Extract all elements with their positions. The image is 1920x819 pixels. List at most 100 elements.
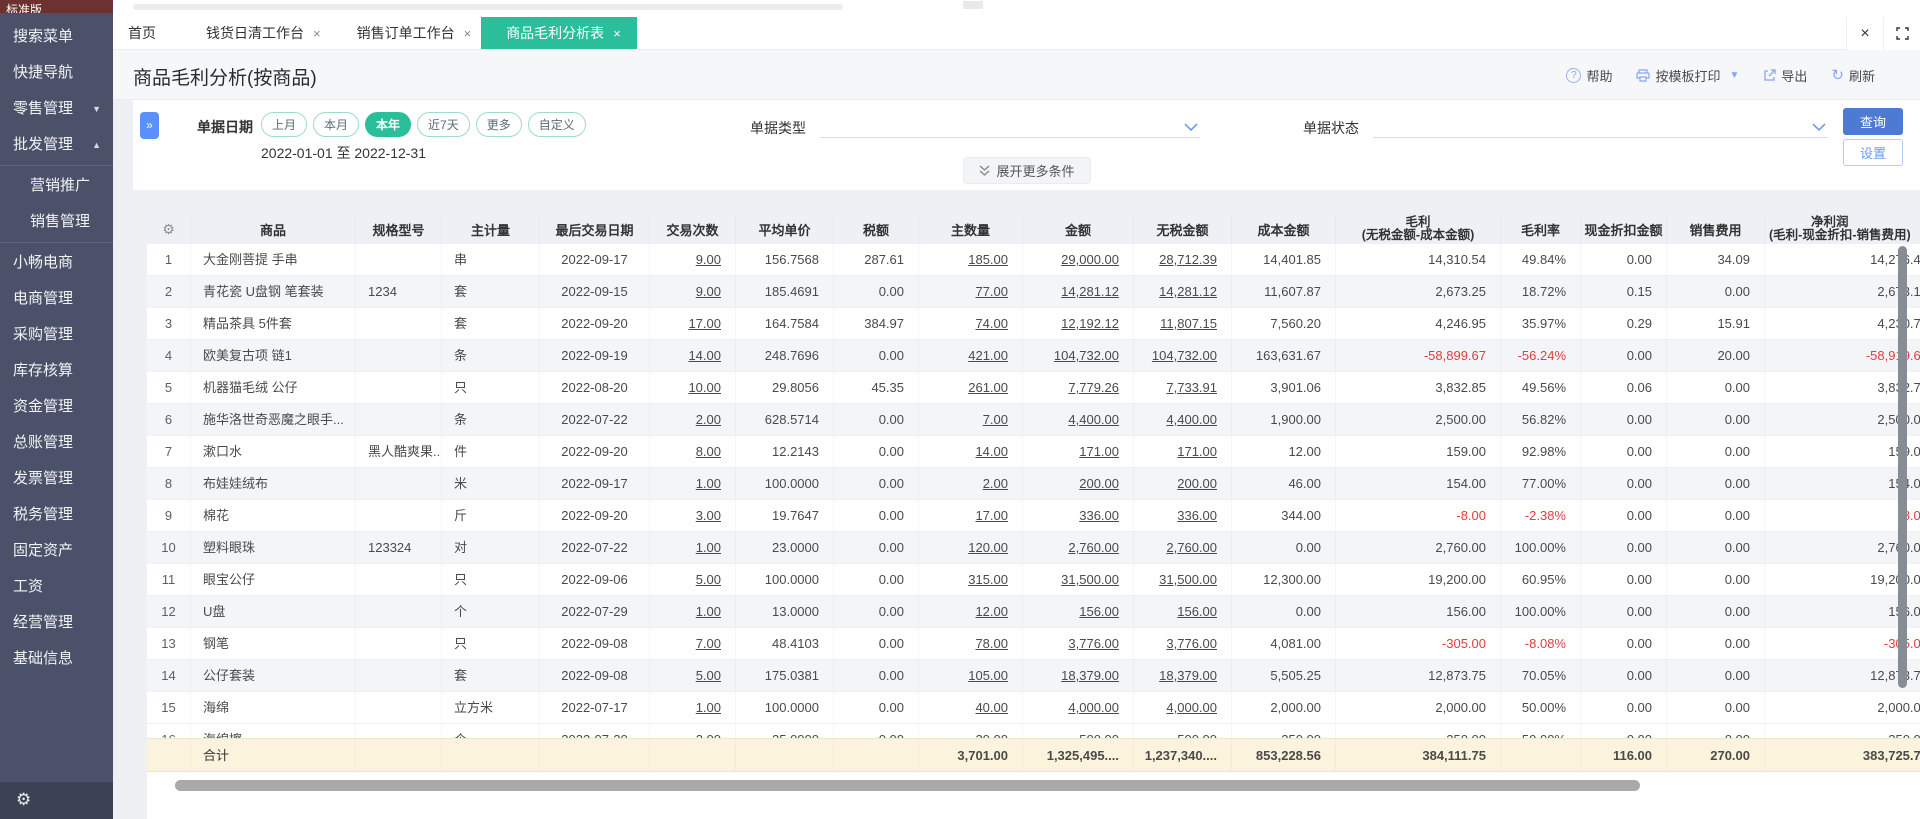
cell-trade_count[interactable]: 3.00 bbox=[650, 500, 736, 531]
cell-qty[interactable]: 105.00 bbox=[919, 660, 1023, 691]
sidebar-item-电商管理[interactable]: 电商管理 bbox=[0, 281, 113, 317]
cell-trade_count[interactable]: 7.00 bbox=[650, 628, 736, 659]
close-tab-icon[interactable]: × bbox=[313, 26, 321, 41]
cell-amount[interactable]: 31,500.00 bbox=[1023, 564, 1134, 595]
cell-net_amount[interactable]: 4,000.00 bbox=[1134, 692, 1232, 723]
tab-钱货日清工作台[interactable]: 钱货日清工作台 × bbox=[206, 17, 321, 49]
sidebar-item-工资[interactable]: 工资 bbox=[0, 569, 113, 605]
cell-amount[interactable]: 12,192.12 bbox=[1023, 308, 1134, 339]
cell-trade_count[interactable]: 2.00 bbox=[650, 724, 736, 738]
date-pill-更多[interactable]: 更多 bbox=[475, 112, 522, 137]
cell-qty[interactable]: 74.00 bbox=[919, 308, 1023, 339]
close-tab-icon[interactable]: × bbox=[613, 26, 621, 41]
sidebar-item-小畅电商[interactable]: 小畅电商 bbox=[0, 245, 113, 281]
cell-net_amount[interactable]: 171.00 bbox=[1134, 436, 1232, 467]
cell-amount[interactable]: 4,400.00 bbox=[1023, 404, 1134, 435]
sidebar-item-零售管理[interactable]: 零售管理 ▼ bbox=[0, 91, 113, 127]
cell-amount[interactable]: 3,776.00 bbox=[1023, 628, 1134, 659]
date-pill-自定义[interactable]: 自定义 bbox=[527, 112, 586, 137]
cell-net_amount[interactable]: 28,712.39 bbox=[1134, 244, 1232, 275]
expand-more-conditions-button[interactable]: 展开更多条件 bbox=[962, 157, 1091, 184]
sidebar-item-总账管理[interactable]: 总账管理 bbox=[0, 425, 113, 461]
chevron-down-icon[interactable]: ▼ bbox=[1729, 70, 1739, 81]
close-icon[interactable]: × bbox=[1846, 17, 1883, 50]
sidebar-item-采购管理[interactable]: 采购管理 bbox=[0, 317, 113, 353]
collapse-filter-button[interactable]: » bbox=[140, 112, 159, 139]
cell-net_amount[interactable]: 14,281.12 bbox=[1134, 276, 1232, 307]
cell-trade_count[interactable]: 1.00 bbox=[650, 468, 736, 499]
gear-icon[interactable]: ⚙ bbox=[16, 790, 31, 810]
cell-amount[interactable]: 29,000.00 bbox=[1023, 244, 1134, 275]
sidebar-item-搜索菜单[interactable]: 搜索菜单 bbox=[0, 19, 113, 55]
sidebar-item-基础信息[interactable]: 基础信息 bbox=[0, 641, 113, 677]
help-button[interactable]: ? 帮助 bbox=[1566, 66, 1612, 85]
cell-amount[interactable]: 14,281.12 bbox=[1023, 276, 1134, 307]
sidebar-item-库存核算[interactable]: 库存核算 bbox=[0, 353, 113, 389]
cell-trade_count[interactable]: 8.00 bbox=[650, 436, 736, 467]
cell-amount[interactable]: 200.00 bbox=[1023, 468, 1134, 499]
cell-amount[interactable]: 336.00 bbox=[1023, 500, 1134, 531]
cell-qty[interactable]: 78.00 bbox=[919, 628, 1023, 659]
export-button[interactable]: 导出 bbox=[1763, 66, 1807, 85]
cell-amount[interactable]: 4,000.00 bbox=[1023, 692, 1134, 723]
cell-trade_count[interactable]: 1.00 bbox=[650, 692, 736, 723]
status-select[interactable] bbox=[1373, 114, 1828, 138]
sidebar-item-资金管理[interactable]: 资金管理 bbox=[0, 389, 113, 425]
cell-trade_count[interactable]: 9.00 bbox=[650, 276, 736, 307]
settings-button[interactable]: 设置 bbox=[1843, 139, 1903, 166]
date-pill-上月[interactable]: 上月 bbox=[261, 112, 308, 137]
close-tab-icon[interactable]: × bbox=[464, 26, 472, 41]
cell-qty[interactable]: 12.00 bbox=[919, 596, 1023, 627]
date-pill-本年[interactable]: 本年 bbox=[365, 112, 412, 137]
tab-商品毛利分析表[interactable]: 商品毛利分析表 × bbox=[481, 17, 637, 49]
query-button[interactable]: 查询 bbox=[1843, 108, 1903, 135]
cell-qty[interactable]: 20.00 bbox=[919, 724, 1023, 738]
cell-qty[interactable]: 17.00 bbox=[919, 500, 1023, 531]
fullscreen-icon[interactable] bbox=[1883, 17, 1920, 50]
cell-trade_count[interactable]: 5.00 bbox=[650, 564, 736, 595]
cell-net_amount[interactable]: 31,500.00 bbox=[1134, 564, 1232, 595]
cell-qty[interactable]: 77.00 bbox=[919, 276, 1023, 307]
cell-qty[interactable]: 261.00 bbox=[919, 372, 1023, 403]
cell-net_amount[interactable]: 156.00 bbox=[1134, 596, 1232, 627]
cell-trade_count[interactable]: 1.00 bbox=[650, 596, 736, 627]
cell-net_amount[interactable]: 336.00 bbox=[1134, 500, 1232, 531]
sidebar-item-快捷导航[interactable]: 快捷导航 bbox=[0, 55, 113, 91]
cell-amount[interactable]: 2,760.00 bbox=[1023, 532, 1134, 563]
cell-qty[interactable]: 120.00 bbox=[919, 532, 1023, 563]
sidebar-item-批发管理[interactable]: 批发管理 ▲ bbox=[0, 127, 113, 163]
cell-qty[interactable]: 2.00 bbox=[919, 468, 1023, 499]
tab-销售订单工作台[interactable]: 销售订单工作台 × bbox=[357, 17, 472, 49]
column-settings-gear-icon[interactable]: ⚙ bbox=[147, 221, 190, 238]
cell-qty[interactable]: 421.00 bbox=[919, 340, 1023, 371]
date-pill-本月[interactable]: 本月 bbox=[313, 112, 360, 137]
cell-net_amount[interactable]: 18,379.00 bbox=[1134, 660, 1232, 691]
cell-net_amount[interactable]: 500.00 bbox=[1134, 724, 1232, 738]
cell-amount[interactable]: 7,779.26 bbox=[1023, 372, 1134, 403]
cell-qty[interactable]: 14.00 bbox=[919, 436, 1023, 467]
vertical-scrollbar-thumb[interactable] bbox=[1898, 246, 1907, 688]
cell-net_amount[interactable]: 3,776.00 bbox=[1134, 628, 1232, 659]
cell-trade_count[interactable]: 9.00 bbox=[650, 244, 736, 275]
cell-qty[interactable]: 185.00 bbox=[919, 244, 1023, 275]
tab-首页[interactable]: 首页 bbox=[113, 17, 178, 49]
sidebar-item-税务管理[interactable]: 税务管理 bbox=[0, 497, 113, 533]
cell-net_amount[interactable]: 7,733.91 bbox=[1134, 372, 1232, 403]
date-pill-近7天[interactable]: 近7天 bbox=[417, 112, 470, 137]
sidebar-item-经营管理[interactable]: 经营管理 bbox=[0, 605, 113, 641]
cell-net_amount[interactable]: 4,400.00 bbox=[1134, 404, 1232, 435]
sidebar-item-发票管理[interactable]: 发票管理 bbox=[0, 461, 113, 497]
cell-qty[interactable]: 40.00 bbox=[919, 692, 1023, 723]
refresh-button[interactable]: ↻ 刷新 bbox=[1831, 66, 1875, 85]
cell-qty[interactable]: 7.00 bbox=[919, 404, 1023, 435]
cell-amount[interactable]: 500.00 bbox=[1023, 724, 1134, 738]
cell-amount[interactable]: 18,379.00 bbox=[1023, 660, 1134, 691]
type-select[interactable] bbox=[820, 114, 1200, 138]
cell-qty[interactable]: 315.00 bbox=[919, 564, 1023, 595]
cell-amount[interactable]: 104,732.00 bbox=[1023, 340, 1134, 371]
cell-amount[interactable]: 156.00 bbox=[1023, 596, 1134, 627]
cell-net_amount[interactable]: 11,807.15 bbox=[1134, 308, 1232, 339]
cell-trade_count[interactable]: 10.00 bbox=[650, 372, 736, 403]
sidebar-item-固定资产[interactable]: 固定资产 bbox=[0, 533, 113, 569]
cell-net_amount[interactable]: 200.00 bbox=[1134, 468, 1232, 499]
